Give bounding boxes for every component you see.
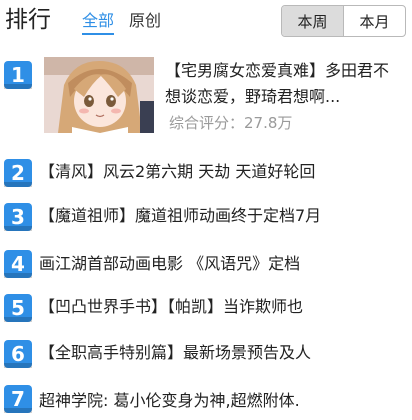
- tab-all[interactable]: 全部: [82, 11, 115, 35]
- list-item-title: 超神学院: 葛小伦变身为神,超燃附体.: [39, 391, 300, 410]
- tab-original-label: 原创: [129, 11, 162, 30]
- rank-badge-7: 7: [4, 385, 32, 413]
- list-item-title: 【全职高手特别篇】最新场景预告及人: [39, 343, 312, 362]
- list-item-title: 【清风】风云2第六期 天劫 天道好轮回: [39, 162, 316, 181]
- period-month-button[interactable]: 本月: [344, 6, 405, 36]
- period-toggle: 本周 本月: [281, 5, 406, 37]
- list-item-title: 画江湖首部动画电影 《风语咒》定档: [39, 254, 301, 273]
- rank-badge-3: 3: [4, 203, 32, 231]
- featured-title-line1: 【宅男腐女恋爱真难】多田君不: [165, 61, 390, 80]
- page-title: 排行: [5, 7, 51, 33]
- featured-title-line2: 想谈恋爱，野琦君想啊...: [165, 87, 341, 106]
- rank-badge-4: 4: [4, 250, 32, 278]
- tab-original[interactable]: 原创: [129, 11, 161, 31]
- featured-score: 综合评分：27.8万: [169, 114, 293, 132]
- rank-badge-6: 6: [4, 340, 32, 368]
- rank-badge-1: 1: [4, 61, 32, 89]
- period-week-button[interactable]: 本周: [282, 6, 344, 36]
- tab-active-underline: [82, 33, 115, 35]
- rank-badge-2: 2: [4, 159, 32, 187]
- list-item-title: 【凹凸世界手书】【帕凯】当诈欺师也: [39, 297, 304, 316]
- tab-all-label: 全部: [82, 11, 115, 30]
- anime-girl-thumbnail-icon[interactable]: [44, 57, 154, 133]
- featured-title[interactable]: 【宅男腐女恋爱真难】多田君不 想谈恋爱，野琦君想啊...: [165, 58, 412, 110]
- rank-badge-5: 5: [4, 294, 32, 322]
- ranking-header: 排行 全部 原创 本周 本月: [0, 0, 412, 44]
- list-item-title: 【魔道祖师】魔道祖师动画终于定档7月: [39, 206, 322, 225]
